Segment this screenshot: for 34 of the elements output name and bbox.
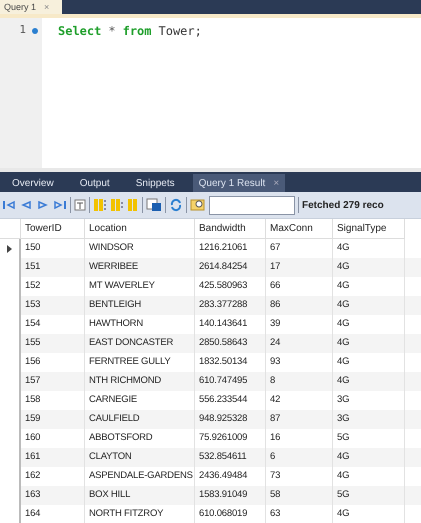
column-header[interactable]: Bandwidth xyxy=(195,219,266,239)
line-number: 1 xyxy=(19,22,26,38)
table-cell: 610.068019 xyxy=(195,505,266,523)
result-tab[interactable]: Output xyxy=(72,174,118,192)
search-field[interactable] xyxy=(209,196,295,214)
table-cell: 164 xyxy=(21,505,85,523)
status-text: Fetched 279 reco xyxy=(302,198,384,212)
column-header[interactable]: MaxConn xyxy=(266,219,333,239)
current-row-icon xyxy=(7,244,12,252)
last-icon[interactable] xyxy=(53,199,67,211)
find-icon[interactable] xyxy=(190,198,206,212)
column-header[interactable]: SignalType xyxy=(333,219,405,239)
save-icon[interactable] xyxy=(146,198,162,212)
tab-label: Query 1 xyxy=(4,2,36,12)
column-header[interactable]: TowerID xyxy=(21,219,85,239)
first-icon[interactable] xyxy=(2,199,16,211)
table-cell: NORTH FITZROY xyxy=(85,505,195,523)
previous-icon[interactable] xyxy=(19,199,33,211)
table-cell: 4G xyxy=(333,505,405,523)
editor-tab[interactable]: Query 1 × xyxy=(0,0,62,14)
result-tab[interactable]: Snippets xyxy=(128,174,183,192)
sql-keyword: Select xyxy=(58,22,102,40)
columns-icon[interactable] xyxy=(93,198,107,212)
result-tab[interactable]: Query 1 Result × xyxy=(192,174,286,192)
refresh-icon[interactable] xyxy=(169,198,183,212)
table-cell: 63 xyxy=(266,505,333,523)
code-text: Tower; xyxy=(158,22,202,40)
sql-keyword: from xyxy=(122,22,152,40)
result-tab[interactable]: Overview xyxy=(4,174,62,192)
next-icon[interactable] xyxy=(36,199,50,211)
code-text: * xyxy=(108,22,116,40)
column-header[interactable]: Location xyxy=(85,219,195,239)
text-icon[interactable] xyxy=(74,199,86,211)
tab-label: Query 1 Result xyxy=(198,176,266,190)
